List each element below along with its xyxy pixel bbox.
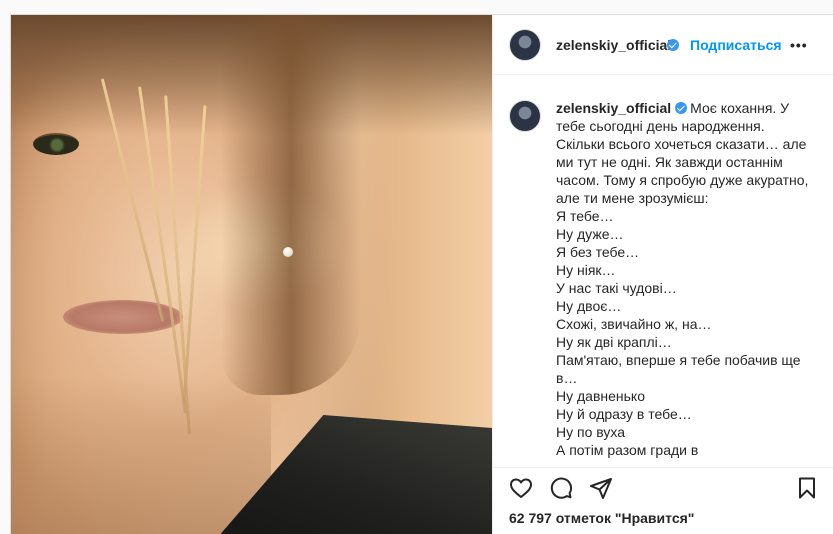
caption-line: А потім разом гради в (556, 442, 699, 458)
header-username[interactable]: zelenskiy_official (556, 37, 671, 53)
post-card: zelenskiy_official Подписаться ••• zelen… (10, 14, 833, 534)
comment-icon[interactable] (549, 476, 573, 500)
caption-line: в… (556, 370, 578, 386)
caption-line: Скільки всього хочеться сказати… але (556, 136, 807, 152)
caption-line: Моє кохання. У (690, 100, 790, 116)
post-header: zelenskiy_official Подписаться ••• (493, 15, 833, 75)
photo-hair-strands (221, 15, 361, 395)
caption-line: ми тут не одні. Як завжди останнім (556, 154, 783, 170)
caption-line: Пам'ятаю, вперше я тебе побачив ще (556, 352, 801, 368)
share-icon[interactable] (589, 476, 613, 500)
action-bar (493, 467, 833, 508)
caption-line: Ну двоє… (556, 298, 622, 314)
caption-line: Ну як дві краплі… (556, 334, 672, 350)
caption-line: Ну й одразу в тебе… (556, 406, 692, 422)
photo-eye (33, 133, 79, 155)
caption-line: Ну ніяк… (556, 262, 616, 278)
caption-username[interactable]: zelenskiy_official (556, 100, 671, 116)
caption-text: zelenskiy_official Моє кохання. У тебе сь… (556, 99, 818, 459)
photo-earring (283, 247, 293, 257)
caption-line: але ти мене зрозумієш: (556, 190, 709, 206)
heart-icon[interactable] (509, 476, 533, 500)
caption-line: Ну по вуха (556, 424, 626, 440)
photo-hair-strand (182, 105, 207, 405)
verified-badge-icon (667, 39, 679, 51)
caption-line: Схожі, звичайно ж, на… (556, 316, 712, 332)
likes-count[interactable]: 62 797 отметок "Нравится" (509, 510, 694, 526)
follow-button[interactable]: Подписаться (690, 37, 782, 53)
post-sidebar: zelenskiy_official Подписаться ••• zelen… (492, 15, 833, 534)
caption-line: Ну давненько (556, 388, 646, 404)
caption-section: zelenskiy_official Моє кохання. У тебе сь… (493, 75, 833, 466)
post-photo[interactable] (11, 15, 492, 534)
avatar[interactable] (509, 29, 541, 61)
caption-line: У нас такі чудові… (556, 280, 677, 296)
caption-line: тебе сьогодні день народження. (556, 118, 765, 134)
photo-shadow (11, 375, 271, 534)
caption-line: Я без тебе… (556, 244, 640, 260)
caption-avatar[interactable] (509, 100, 541, 132)
verified-badge-icon (675, 102, 688, 114)
caption-line: Ну дуже… (556, 226, 624, 242)
caption-line: Я тебе… (556, 208, 614, 224)
photo-lips (63, 300, 183, 334)
bookmark-icon[interactable] (795, 476, 819, 500)
more-options-icon[interactable]: ••• (790, 37, 808, 53)
caption-line: часом. Тому я спробую дуже акуратно, (556, 172, 809, 188)
